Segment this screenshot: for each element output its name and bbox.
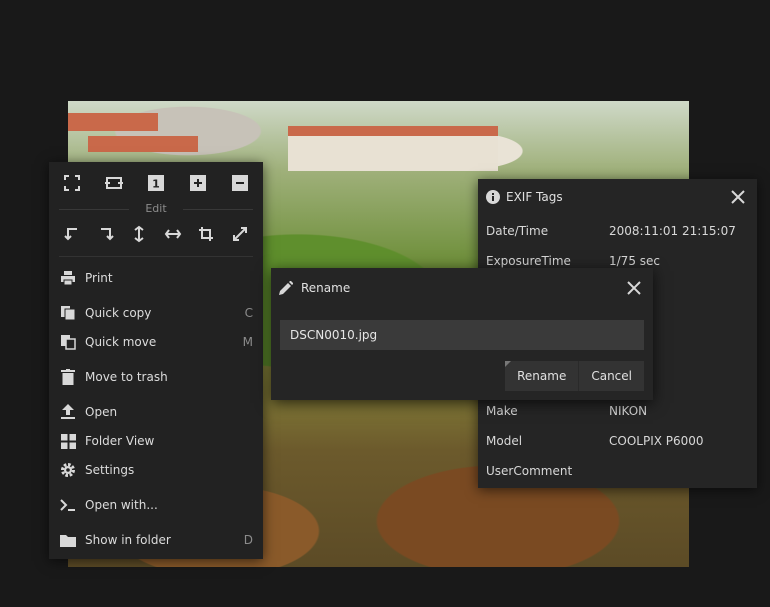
exif-row: UserComment	[486, 464, 751, 478]
exif-key: ExposureTime	[486, 254, 571, 268]
menu-item-shortcut: C	[244, 306, 253, 320]
photo-house	[288, 126, 498, 171]
photo-roof	[68, 113, 158, 131]
copy-icon	[60, 305, 76, 321]
fit-width-icon[interactable]	[103, 172, 125, 194]
menu-item-label: Print	[85, 271, 113, 285]
zoom-in-icon[interactable]	[187, 172, 209, 194]
pencil-icon	[279, 281, 293, 295]
menu-separator	[59, 256, 253, 257]
menu-item-label: Open with...	[85, 498, 158, 512]
rename-button[interactable]: Rename	[505, 361, 580, 391]
fullscreen-icon[interactable]	[61, 172, 83, 194]
menu-item-shortcut: M	[242, 335, 253, 349]
terminal-icon	[60, 497, 76, 513]
menu-item-label: Folder View	[85, 434, 155, 448]
actual-size-icon[interactable]: 1	[145, 172, 167, 194]
crop-icon[interactable]	[195, 223, 217, 245]
close-icon[interactable]	[625, 279, 643, 297]
menu-item-open-with[interactable]: Open with...	[49, 493, 263, 517]
move-icon	[60, 334, 76, 350]
rename-dialog: Rename Rename Cancel	[271, 268, 653, 400]
zoom-out-icon[interactable]	[229, 172, 251, 194]
grid-icon	[60, 433, 76, 449]
context-menu: 1 Edit Print Quick copy C Quick move M M…	[49, 162, 263, 559]
photo-roof	[88, 136, 198, 152]
dialog-button-group: Rename Cancel	[505, 361, 644, 391]
exif-key: Date/Time	[486, 224, 549, 238]
rotate-right-icon[interactable]	[95, 223, 117, 245]
flip-horizontal-icon[interactable]	[162, 223, 184, 245]
flip-vertical-icon[interactable]	[128, 223, 150, 245]
exif-value: 2008:11:01 21:15:07	[609, 224, 736, 238]
folder-icon	[60, 532, 76, 548]
print-icon	[60, 270, 76, 286]
filename-input[interactable]	[280, 320, 644, 350]
upload-icon	[60, 404, 76, 420]
exif-key: Model	[486, 434, 523, 448]
exif-row: ExposureTime 1/75 sec	[486, 254, 751, 268]
menu-item-move-to-trash[interactable]: Move to trash	[49, 365, 263, 389]
menu-item-print[interactable]: Print	[49, 266, 263, 290]
exif-key: Make	[486, 404, 518, 418]
menu-item-quick-copy[interactable]: Quick copy C	[49, 301, 263, 325]
menu-item-label: Open	[85, 405, 118, 419]
edit-section-label: Edit	[49, 202, 263, 215]
rotate-left-icon[interactable]	[61, 223, 83, 245]
exif-value: NIKON	[609, 404, 648, 418]
menu-item-quick-move[interactable]: Quick move M	[49, 330, 263, 354]
cancel-button[interactable]: Cancel	[579, 361, 644, 391]
view-toolbar: 1	[49, 172, 263, 196]
exif-row: Date/Time 2008:11:01 21:15:07	[486, 224, 751, 238]
menu-item-label: Settings	[85, 463, 135, 477]
gear-icon	[60, 462, 76, 478]
menu-item-label: Move to trash	[85, 370, 168, 384]
exif-row: Model COOLPIX P6000	[486, 434, 751, 448]
exif-panel-header: EXIF Tags	[478, 179, 757, 215]
edit-toolbar	[49, 223, 263, 247]
exif-row: Make NIKON	[486, 404, 751, 418]
trash-icon	[60, 369, 76, 385]
menu-item-label: Show in folder	[85, 533, 171, 547]
menu-item-label: Quick copy	[85, 306, 152, 320]
menu-item-open[interactable]: Open	[49, 400, 263, 424]
menu-item-settings[interactable]: Settings	[49, 458, 263, 482]
info-icon	[486, 190, 500, 204]
menu-item-shortcut: D	[243, 533, 253, 547]
exif-key: UserComment	[486, 464, 573, 478]
close-icon[interactable]	[729, 188, 747, 206]
rename-dialog-header: Rename	[271, 268, 653, 308]
actual-size-glyph: 1	[152, 178, 160, 191]
rename-dialog-title: Rename	[301, 281, 351, 295]
exif-value: COOLPIX P6000	[609, 434, 704, 448]
menu-item-folder-view[interactable]: Folder View	[49, 429, 263, 453]
menu-item-show-in-folder[interactable]: Show in folder D	[49, 528, 263, 552]
exif-value: 1/75 sec	[609, 254, 660, 268]
menu-item-label: Quick move	[85, 335, 157, 349]
exif-panel-title: EXIF Tags	[506, 190, 563, 204]
resize-icon[interactable]	[229, 223, 251, 245]
